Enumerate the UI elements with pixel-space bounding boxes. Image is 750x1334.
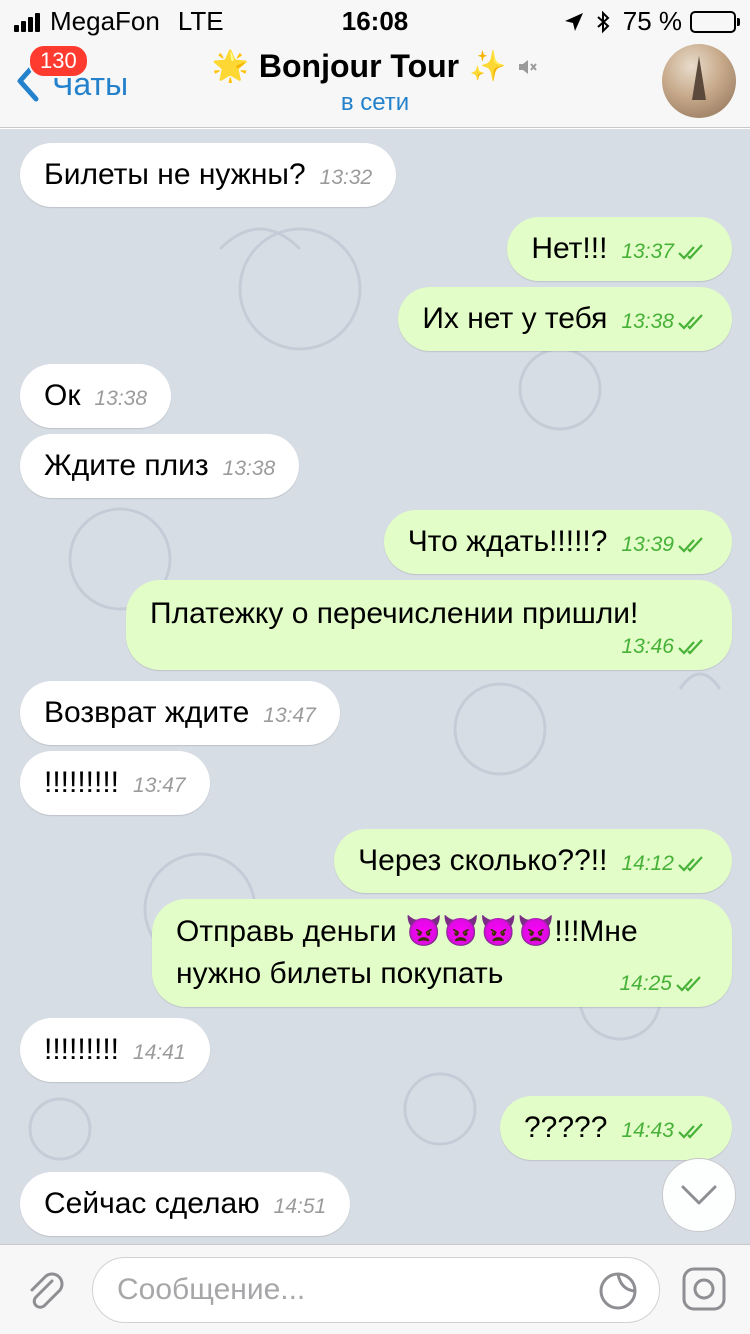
message-outgoing[interactable]: Что ждать!!!!!? 13:39 xyxy=(383,510,732,574)
message-outgoing[interactable]: Нет!!! 13:37 xyxy=(507,217,732,281)
sparkles-emoji: ✨ xyxy=(469,50,507,83)
message-time: 13:47 xyxy=(263,704,316,727)
online-status: в сети xyxy=(340,89,410,116)
unread-badge: 130 xyxy=(28,44,89,78)
message-time-value: 13:37 xyxy=(621,240,674,263)
star-emoji: 🌟 xyxy=(211,50,249,83)
battery-percent: 75 % xyxy=(622,6,682,36)
chat-header: Чаты 130 🌟 Bonjour Tour ✨ в сети xyxy=(0,40,750,128)
mute-icon xyxy=(519,59,538,74)
message-text: Билеты не нужны? xyxy=(44,158,306,191)
double-check-icon xyxy=(678,314,703,330)
camera-icon[interactable] xyxy=(680,1265,728,1313)
message-time: 14:51 xyxy=(273,1195,327,1218)
message-outgoing[interactable]: Через сколько??!! 14:12 xyxy=(334,829,732,893)
message-text: Платежку о перечислении пришли! xyxy=(150,597,639,630)
double-check-icon xyxy=(678,1123,703,1139)
message-text: Что ждать!!!!!? xyxy=(407,525,608,558)
message-outgoing[interactable]: Их нет у тебя 13:38 xyxy=(398,287,732,351)
double-check-icon xyxy=(678,537,703,553)
message-text: Ждите плиз xyxy=(44,449,209,482)
bluetooth-icon xyxy=(597,10,610,33)
message-incoming[interactable]: !!!!!!!!! 14:41 xyxy=(20,1018,210,1082)
message-time: 13:39 xyxy=(621,533,708,556)
double-check-icon xyxy=(676,976,701,992)
message-outgoing[interactable]: ????? 14:43 xyxy=(500,1096,732,1160)
message-text: Их нет у тебя xyxy=(422,302,608,335)
message-incoming[interactable]: Ок 13:38 xyxy=(20,364,172,428)
composer-bar: Сообщение... xyxy=(0,1244,750,1334)
message-text: Возврат ждите xyxy=(44,696,250,729)
message-time: 13:37 xyxy=(621,240,708,263)
message-incoming[interactable]: Возврат ждите 13:47 xyxy=(20,681,340,745)
message-incoming[interactable]: Ждите плиз 13:38 xyxy=(20,434,300,498)
message-time-value: 13:39 xyxy=(621,533,674,556)
message-time: 14:43 xyxy=(621,1119,708,1142)
message-time-value: 13:46 xyxy=(621,635,674,658)
message-time-value: 14:43 xyxy=(621,1119,674,1142)
message-time-value: 13:38 xyxy=(621,310,674,333)
battery-icon xyxy=(690,10,740,33)
message-text: Нет!!! xyxy=(531,232,608,265)
location-arrow-icon xyxy=(564,12,583,31)
message-list[interactable]: Билеты не нужны? 13:32 Нет!!! 13:37 Их нет… xyxy=(0,129,750,1244)
chat-title-area[interactable]: 🌟 Bonjour Tour ✨ в сети xyxy=(150,48,600,117)
chat-title: 🌟 Bonjour Tour ✨ xyxy=(150,48,600,85)
message-incoming[interactable]: Сейчас сделаю 14:51 xyxy=(20,1172,351,1236)
message-text: ????? xyxy=(524,1111,608,1144)
message-time: 14:41 xyxy=(133,1041,186,1064)
message-time-value: 14:12 xyxy=(621,852,674,875)
paperclip-icon[interactable] xyxy=(22,1267,70,1315)
message-time: 13:38 xyxy=(222,457,276,480)
chevron-down-icon xyxy=(681,1185,717,1205)
message-text: Ок xyxy=(44,379,81,412)
message-time: 14:12 xyxy=(621,852,708,875)
message-time: 13:32 xyxy=(319,166,373,189)
message-text: Сейчас сделаю xyxy=(44,1187,260,1220)
double-check-icon xyxy=(678,244,703,260)
message-time: 14:25 xyxy=(619,971,706,997)
message-text: Через сколько??!! xyxy=(358,844,608,877)
message-outgoing[interactable]: Платежку о перечислении пришли! 13:46 xyxy=(126,580,732,670)
sticker-icon[interactable] xyxy=(597,1270,639,1312)
status-bar: MegaFon LTE 16:08 75 % xyxy=(0,0,750,40)
eiffel-tower-image xyxy=(692,56,706,100)
message-input[interactable]: Сообщение... xyxy=(92,1257,660,1323)
message-incoming[interactable]: !!!!!!!!! 13:47 xyxy=(20,751,210,815)
double-check-icon xyxy=(678,639,703,655)
message-input-placeholder: Сообщение... xyxy=(117,1273,306,1306)
message-outgoing[interactable]: Отправь деньги 👿👿👿👿!!!Мне нужно билеты п… xyxy=(152,899,732,1007)
message-time: 13:47 xyxy=(133,774,186,797)
scroll-to-bottom-button[interactable] xyxy=(662,1158,736,1232)
message-text: !!!!!!!!! xyxy=(44,1033,120,1066)
message-time: 13:38 xyxy=(94,387,148,410)
status-right: 75 % xyxy=(563,6,740,37)
double-check-icon xyxy=(678,856,703,872)
chat-avatar[interactable] xyxy=(662,44,736,118)
message-text: !!!!!!!!! xyxy=(44,766,120,799)
message-incoming[interactable]: Билеты не нужны? 13:32 xyxy=(20,143,397,207)
message-time: 13:46 xyxy=(164,634,708,660)
message-time: 13:38 xyxy=(621,310,708,333)
chat-name: Bonjour Tour xyxy=(258,48,460,84)
message-time-value: 14:25 xyxy=(619,972,672,995)
